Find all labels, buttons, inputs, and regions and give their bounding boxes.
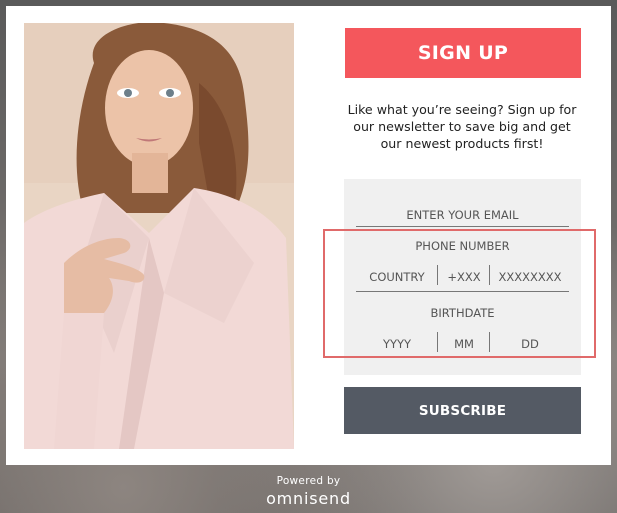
email-field[interactable]: ENTER YOUR EMAIL <box>356 208 569 222</box>
signup-title: SIGN UP <box>345 28 581 78</box>
subscribe-button[interactable]: SUBSCRIBE <box>344 387 581 434</box>
model-photo <box>24 23 294 449</box>
intro-text: Like what you’re seeing? Sign up for our… <box>336 101 588 152</box>
highlight-annotation <box>323 229 596 358</box>
omnisend-logo[interactable]: omnisend <box>0 489 617 508</box>
intro-line-1: Like what you’re seeing? Sign up for <box>347 102 577 117</box>
signup-popup: SIGN UP Like what you’re seeing? Sign up… <box>6 6 611 465</box>
powered-by-footer: Powered by omnisend <box>0 465 617 513</box>
intro-line-3: our newest products first! <box>380 136 544 151</box>
intro-line-2: our newsletter to save big and get <box>353 119 571 134</box>
powered-by-text: Powered by <box>276 475 341 487</box>
email-underline <box>356 226 569 227</box>
